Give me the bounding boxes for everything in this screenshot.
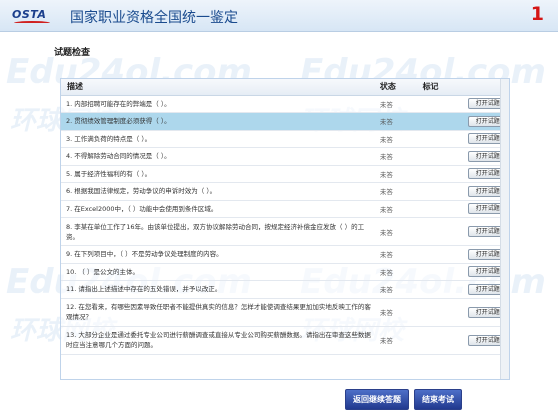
- table-row[interactable]: 1. 内部招聘可能存在的弊端是（ ）。 未答 打开试题: [61, 95, 509, 113]
- table-row[interactable]: 2. 贯彻绩效管理制度必须获得（ ）。 未答 打开试题: [61, 112, 509, 131]
- table-row[interactable]: 12. 在您看来，有哪些因素导致任职者不能提供真实的信息？怎样才能使调查结果更加…: [61, 298, 509, 327]
- question-desc: 6. 根据我国法律规定，劳动争议的申诉时效为（ ）。: [61, 182, 376, 201]
- question-desc: 10. （ ）是公文的主体。: [61, 263, 376, 281]
- question-status: 未答: [375, 245, 419, 264]
- question-desc: 11. 请指出上述描述中存在的五处错误，并予以改正。: [61, 280, 376, 299]
- question-mark: [418, 326, 465, 355]
- header-bar: OSTA 国家职业资格全国统一鉴定 1: [0, 0, 558, 32]
- question-desc: 3. 工作满负荷的特点是（ ）。: [61, 130, 376, 148]
- column-header-desc: 描述: [61, 79, 376, 96]
- question-desc: 7. 在Excel2000中，（ ）功能中会使用到条件区域。: [61, 200, 376, 218]
- scrollbar[interactable]: [500, 79, 509, 379]
- question-desc: 4. 不得解除劳动合同的情况是（ ）。: [61, 147, 376, 166]
- table-row[interactable]: 6. 根据我国法律规定，劳动争议的申诉时效为（ ）。 未答 打开试题: [61, 182, 509, 201]
- section-title: 试题检查: [54, 48, 91, 58]
- question-status: 未答: [375, 326, 419, 355]
- question-mark: [418, 245, 465, 264]
- question-status: 未答: [375, 280, 419, 299]
- table-row[interactable]: 13. 大部分企业是通过委托专业公司进行薪酬调查或直接从专业公司购买薪酬数据。请…: [61, 326, 509, 355]
- table-row[interactable]: 3. 工作满负荷的特点是（ ）。 未答 打开试题: [61, 130, 509, 148]
- question-mark: [418, 217, 465, 246]
- question-desc: 12. 在您看来，有哪些因素导致任职者不能提供真实的信息？怎样才能使调查结果更加…: [61, 298, 376, 327]
- question-status: 未答: [375, 130, 419, 148]
- question-desc: 2. 贯彻绩效管理制度必须获得（ ）。: [61, 112, 376, 131]
- question-desc: 8. 李某在单位工作了16年。由该单位提出，双方协议解除劳动合同，按规定经济补偿…: [61, 217, 376, 246]
- question-mark: [418, 298, 465, 327]
- question-desc: 13. 大部分企业是通过委托专业公司进行薪酬调查或直接从专业公司购买薪酬数据。请…: [61, 326, 376, 355]
- question-status: 未答: [375, 182, 419, 201]
- table-row[interactable]: 11. 请指出上述描述中存在的五处错误，并予以改正。 未答 打开试题: [61, 280, 509, 299]
- question-mark: [418, 200, 465, 218]
- question-list-panel: 描述 状态 标记 1. 内部招聘可能存在的弊端是（ ）。 未答 打开试题 2. …: [60, 78, 510, 380]
- page-title: 国家职业资格全国统一鉴定: [70, 10, 238, 26]
- question-status: 未答: [375, 200, 419, 218]
- question-mark: [418, 95, 465, 113]
- question-desc: 1. 内部招聘可能存在的弊端是（ ）。: [61, 95, 376, 113]
- question-status: 未答: [375, 165, 419, 183]
- question-table: 描述 状态 标记 1. 内部招聘可能存在的弊端是（ ）。 未答 打开试题 2. …: [61, 79, 509, 355]
- logo-swoosh: [14, 21, 50, 25]
- question-mark: [418, 112, 465, 131]
- table-row[interactable]: 9. 在下列项目中，（ ）不是劳动争议处理制度的内容。 未答 打开试题: [61, 245, 509, 264]
- question-mark: [418, 147, 465, 166]
- table-row[interactable]: 10. （ ）是公文的主体。 未答 打开试题: [61, 263, 509, 281]
- question-mark: [418, 263, 465, 281]
- question-status: 未答: [375, 298, 419, 327]
- osta-logo: OSTA: [12, 6, 54, 26]
- question-desc: 5. 属于经济性福利的有（ ）。: [61, 165, 376, 183]
- column-header-status: 状态: [375, 79, 419, 96]
- question-desc: 9. 在下列项目中，（ ）不是劳动争议处理制度的内容。: [61, 245, 376, 264]
- question-mark: [418, 165, 465, 183]
- table-row[interactable]: 4. 不得解除劳动合同的情况是（ ）。 未答 打开试题: [61, 147, 509, 166]
- question-mark: [418, 182, 465, 201]
- return-to-answer-button[interactable]: 返回继续答题: [345, 389, 409, 410]
- logo-text: OSTA: [12, 8, 47, 21]
- question-status: 未答: [375, 217, 419, 246]
- page-number: 1: [530, 3, 544, 25]
- table-row[interactable]: 5. 属于经济性福利的有（ ）。 未答 打开试题: [61, 165, 509, 183]
- table-row[interactable]: 7. 在Excel2000中，（ ）功能中会使用到条件区域。 未答 打开试题: [61, 200, 509, 218]
- question-status: 未答: [375, 263, 419, 281]
- question-status: 未答: [375, 112, 419, 131]
- question-status: 未答: [375, 147, 419, 166]
- table-header-row: 描述 状态 标记: [61, 79, 509, 96]
- question-status: 未答: [375, 95, 419, 113]
- question-mark: [418, 130, 465, 148]
- question-mark: [418, 280, 465, 299]
- end-exam-button[interactable]: 结束考试: [414, 389, 462, 410]
- table-row[interactable]: 8. 李某在单位工作了16年。由该单位提出，双方协议解除劳动合同，按规定经济补偿…: [61, 217, 509, 246]
- column-header-mark: 标记: [418, 79, 465, 96]
